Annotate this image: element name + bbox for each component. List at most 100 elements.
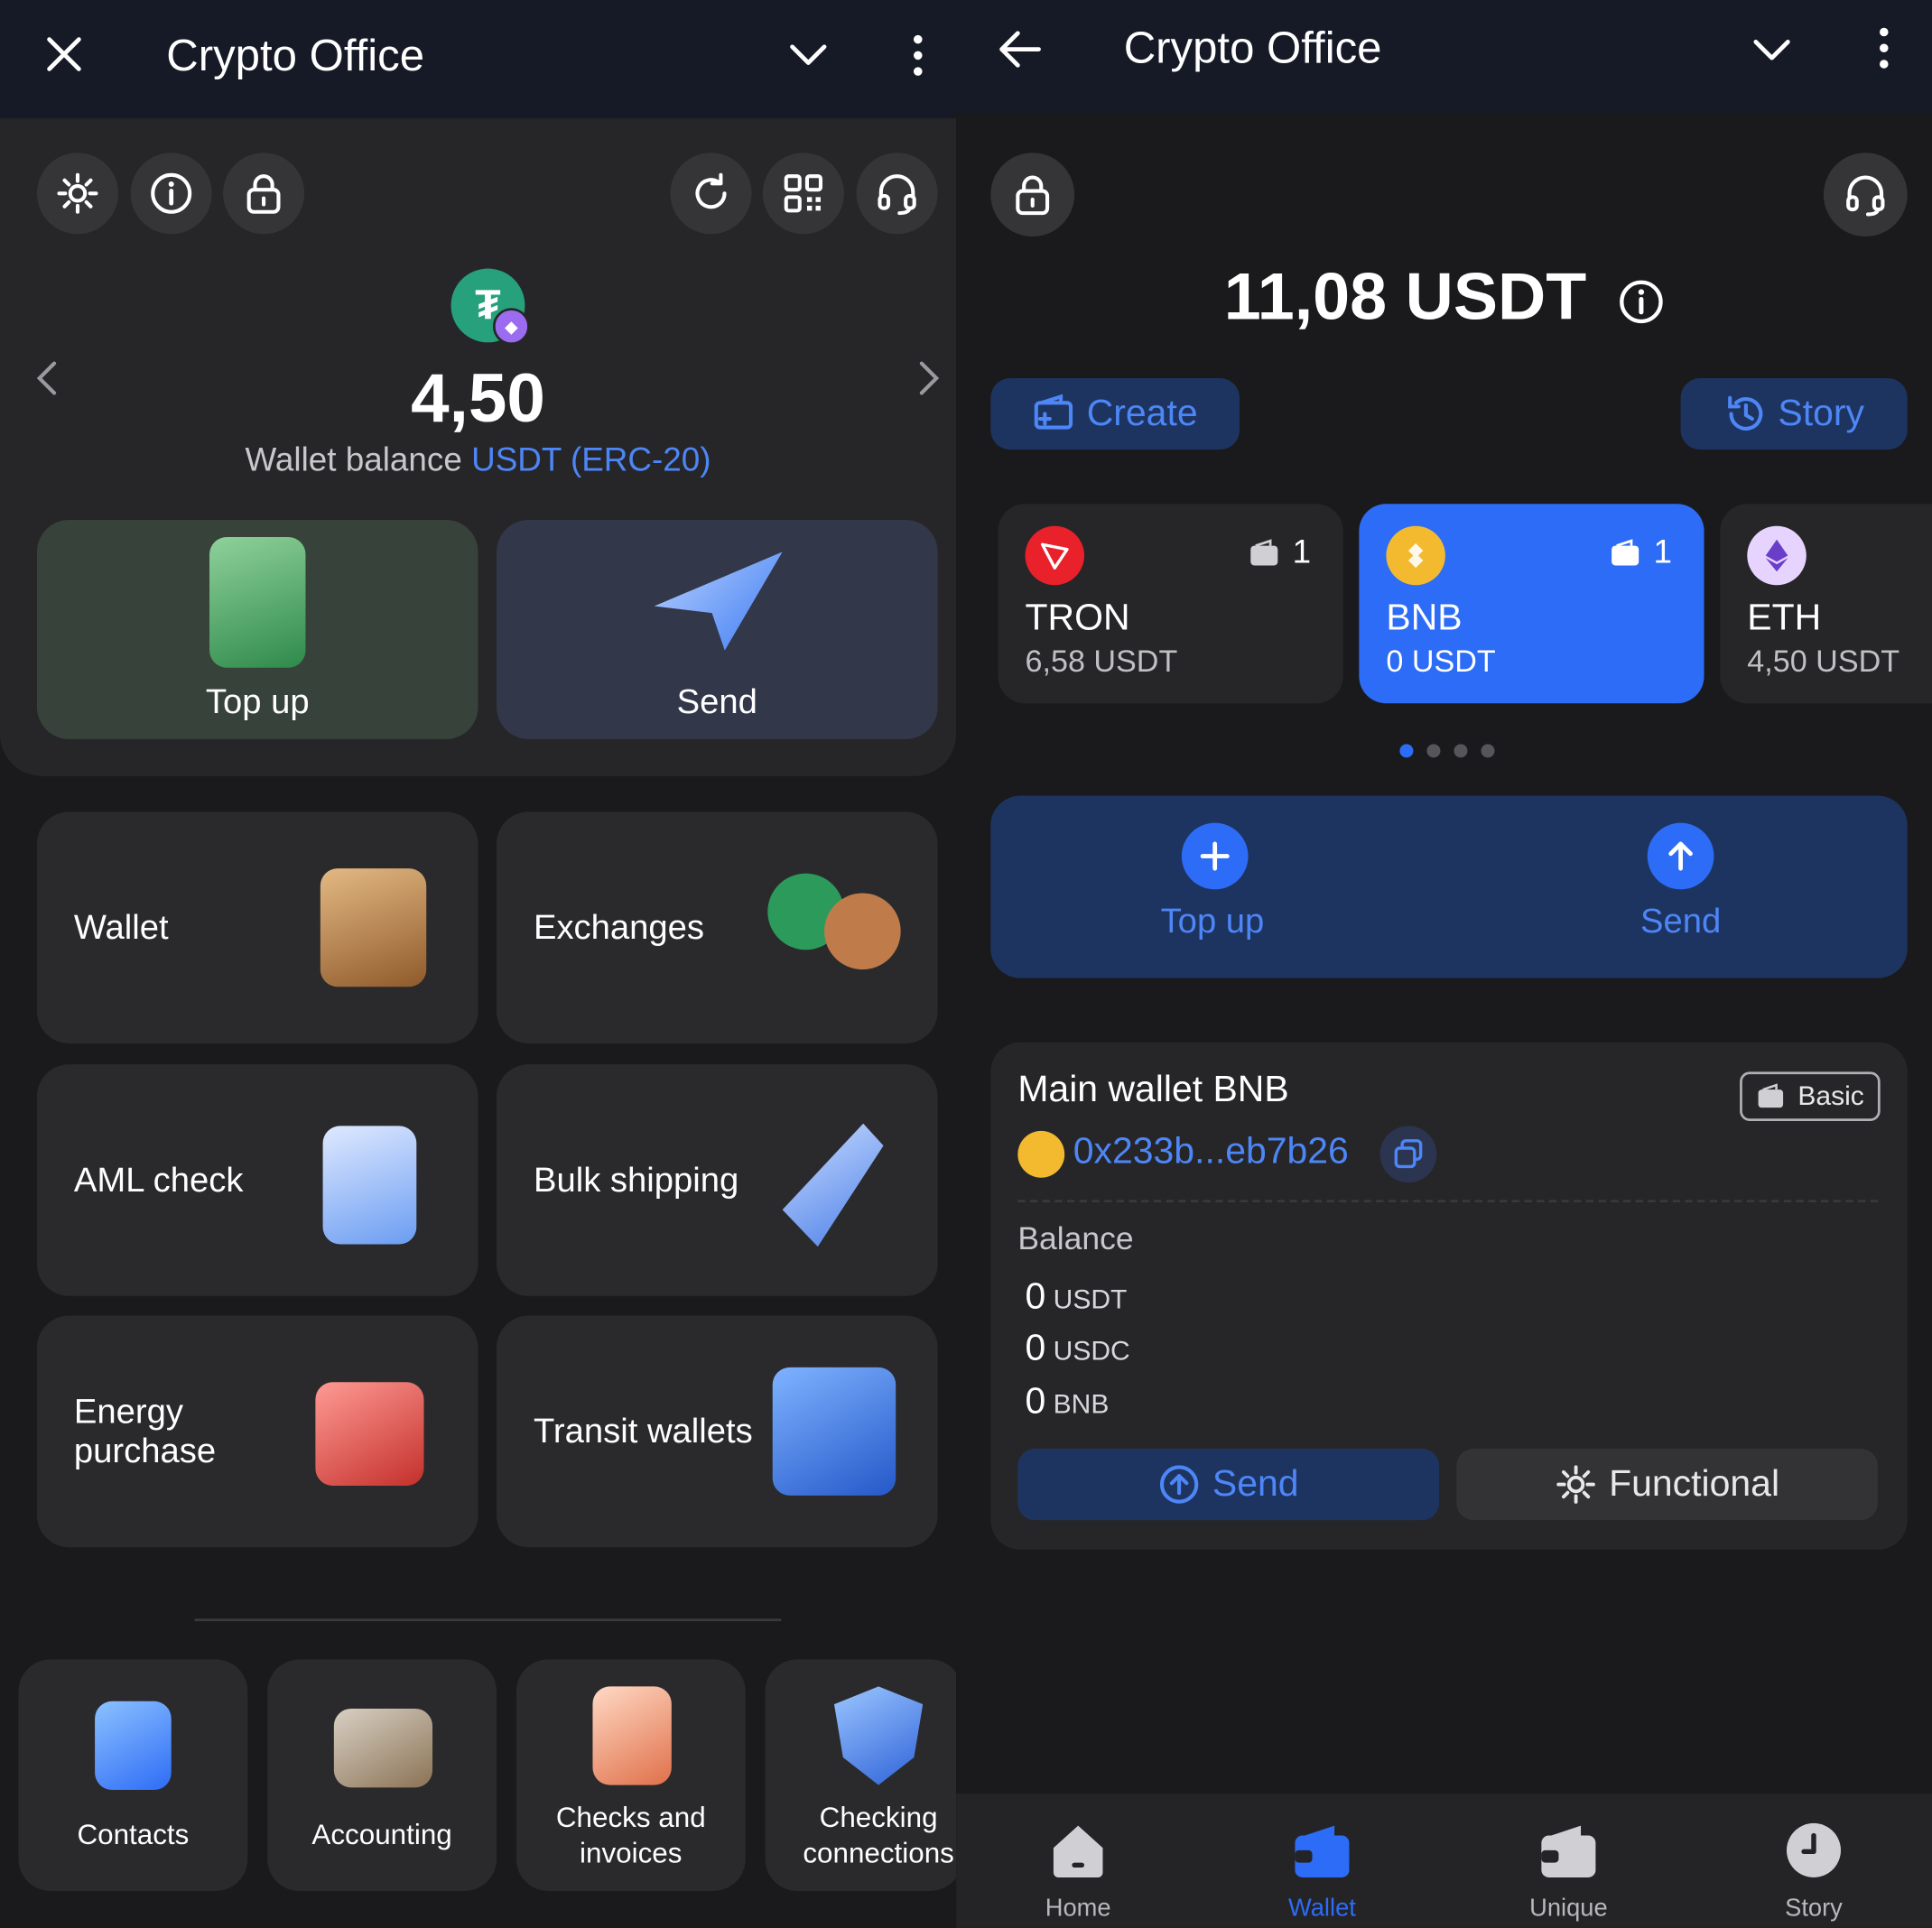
safe-illustration-icon (209, 537, 306, 668)
exchanges-tile-label: Exchanges (533, 907, 705, 947)
network-chip-eth[interactable]: ETH 4,50 USDT (1720, 504, 1932, 704)
checking-connections-tile[interactable]: Checking connections (765, 1659, 957, 1891)
nav-wallet[interactable]: Wallet (1200, 1794, 1444, 1928)
magnifier-document-icon (322, 1126, 417, 1245)
home-icon (1048, 1821, 1108, 1880)
energy-purchase-tile[interactable]: Energy purchase (36, 1315, 478, 1548)
wallet-tile-label: Wallet (73, 907, 169, 947)
paper-plane-icon (654, 552, 783, 651)
battery-illustration-icon (315, 1382, 424, 1486)
lock-button[interactable] (990, 153, 1075, 237)
gear-icon (1555, 1463, 1596, 1505)
send-action-button[interactable]: Send (1557, 818, 1804, 966)
more-vertical-icon[interactable] (909, 34, 926, 76)
copy-address-button[interactable] (1379, 1126, 1437, 1183)
gear-icon (55, 171, 99, 216)
accounting-tile[interactable]: Accounting (267, 1659, 497, 1891)
carousel-dot[interactable] (1454, 744, 1468, 758)
arrow-left-icon[interactable] (998, 30, 1042, 70)
eth-icon (1747, 525, 1807, 586)
wallet-address[interactable]: 0x233b...eb7b26 (1073, 1131, 1349, 1173)
nav-home-label: Home (1045, 1895, 1111, 1923)
support-button[interactable] (1823, 153, 1908, 237)
transit-wallets-tile[interactable]: Transit wallets (497, 1315, 938, 1548)
left-header: Crypto Office (0, 0, 957, 119)
send-action-label: Send (1639, 902, 1722, 941)
send-button[interactable]: Send (497, 519, 938, 739)
bulk-shipping-tile-label: Bulk shipping (533, 1160, 739, 1199)
bnb-wallet-count: 1 (1609, 533, 1672, 571)
topup-button[interactable]: Top up (36, 519, 478, 739)
network-chip-bnb[interactable]: 1 BNB 0 USDT (1359, 504, 1704, 704)
support-button[interactable] (856, 153, 938, 235)
nav-unique[interactable]: Unique (1446, 1794, 1690, 1928)
divider (194, 1618, 782, 1622)
left-screen: Crypto Office ₮ ◆ 4,50 Wallet balance US… (0, 0, 957, 1928)
unique-wallet-icon (1539, 1821, 1599, 1880)
nav-home[interactable]: Home (956, 1794, 1200, 1928)
eth-badge-icon: ◆ (492, 308, 530, 346)
plus-icon (1181, 822, 1249, 890)
qr-code-button[interactable] (762, 153, 844, 235)
more-vertical-icon[interactable] (1875, 27, 1892, 69)
wallet-asset-link[interactable]: USDT (ERC-20) (471, 441, 711, 478)
wallet-tile[interactable]: Wallet (36, 811, 478, 1043)
action-panel: Top up Send (990, 795, 1908, 978)
tron-name: TRON (1025, 597, 1130, 638)
bnb-name: BNB (1386, 597, 1463, 638)
balance-panel: ₮ ◆ 4,50 Wallet balance USDT (ERC-20) To… (0, 118, 957, 776)
close-icon[interactable] (44, 34, 84, 74)
wallet-illustration-icon (320, 868, 427, 987)
right-header: Crypto Office (956, 0, 1932, 114)
info-button[interactable] (130, 153, 212, 235)
transit-safe-icon (772, 1367, 896, 1496)
contacts-tile[interactable]: Contacts (18, 1659, 248, 1891)
invoice-icon (592, 1686, 672, 1785)
aml-check-tile-label: AML check (73, 1160, 244, 1199)
page-title: Crypto Office (166, 29, 425, 80)
story-button[interactable]: Story (1680, 377, 1908, 450)
aml-check-tile[interactable]: AML check (36, 1064, 478, 1296)
eth-balance: 4,50 USDT (1747, 644, 1900, 680)
carousel-dot-active[interactable] (1399, 744, 1414, 758)
wallet-balance-caption: Wallet balance USDT (ERC-20) (0, 441, 956, 479)
topup-action-button[interactable]: Top up (1089, 818, 1335, 966)
nav-story[interactable]: Story (1692, 1794, 1932, 1928)
refresh-button[interactable] (670, 153, 752, 235)
wallet-functional-button[interactable]: Functional (1456, 1449, 1878, 1521)
checks-invoices-tile[interactable]: Checks and invoices (516, 1659, 746, 1891)
topup-label: Top up (205, 682, 310, 721)
balance-row-usdc: 0 USDC (1025, 1328, 1130, 1369)
carousel-dot[interactable] (1426, 744, 1441, 758)
bulk-shipping-tile[interactable]: Bulk shipping (497, 1064, 938, 1296)
wallet-send-button[interactable]: Send (1017, 1449, 1440, 1521)
lock-button[interactable] (223, 153, 305, 235)
carousel-dot[interactable] (1481, 744, 1495, 758)
checking-connections-label: Checking connections (803, 1801, 954, 1869)
create-wallet-button[interactable]: Create (990, 377, 1240, 450)
divider (1017, 1200, 1878, 1203)
copy-icon (1392, 1138, 1424, 1170)
balance-row-usdt: 0 USDT (1025, 1275, 1128, 1317)
wallet-title: Main wallet BNB (1017, 1069, 1289, 1110)
wallet-icon (1756, 1083, 1788, 1110)
info-icon[interactable] (1617, 278, 1664, 325)
settings-button[interactable] (36, 153, 119, 235)
network-chip-tron[interactable]: 1 TRON 6,58 USDT (998, 504, 1343, 704)
story-label: Story (1778, 393, 1864, 434)
send-label: Send (676, 682, 757, 721)
chevron-down-icon[interactable] (788, 42, 828, 69)
headset-icon (1844, 172, 1888, 217)
exchanges-tile[interactable]: Exchanges (497, 811, 938, 1043)
tron-wallet-count: 1 (1248, 533, 1311, 571)
wallet-icon (1293, 1821, 1352, 1880)
bitcoin-coin-icon (824, 893, 901, 970)
chevron-down-icon[interactable] (1752, 37, 1792, 64)
nav-wallet-label: Wallet (1288, 1895, 1356, 1923)
headset-icon (875, 171, 919, 216)
bnb-icon (1386, 525, 1445, 586)
arrow-up-circle-icon (1158, 1463, 1200, 1505)
info-icon (149, 171, 193, 216)
wallet-type-badge: Basic (1740, 1071, 1881, 1121)
shield-check-icon (833, 1686, 924, 1785)
